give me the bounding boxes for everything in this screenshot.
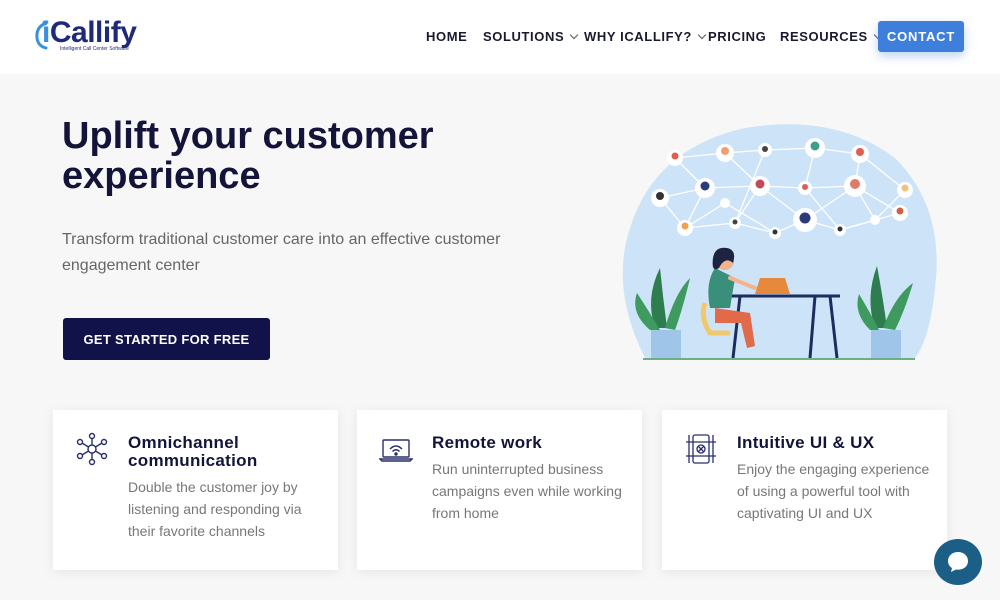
nav-why-label: WHY ICALLIFY? [584, 29, 692, 44]
feature-card-remote-work: Remote work Run uninterrupted business c… [357, 410, 642, 570]
logo-tagline: Intelligent Call Center Software [60, 46, 129, 52]
feature-text: Enjoy the engaging experience of using a… [737, 461, 930, 521]
nav-resources[interactable]: RESOURCES [780, 29, 882, 44]
network-icon [76, 432, 108, 466]
logo-letters-callify: Callify [49, 16, 137, 49]
avatar-node [870, 215, 880, 225]
hero-illustration [622, 124, 937, 360]
nav-solutions-label: SOLUTIONS [483, 29, 565, 44]
feature-title: Omnichannel communication [128, 433, 258, 470]
laptop [755, 278, 790, 294]
site-header: iCallify Intelligent Call Center Softwar… [0, 0, 1000, 74]
chevron-down-icon [697, 30, 707, 39]
nav-home-label: HOME [426, 29, 468, 44]
nav-pricing[interactable]: PRICING [708, 29, 766, 44]
hero-title: Uplift your customer experience [62, 115, 434, 197]
nav-why-icallify[interactable]: WHY ICALLIFY? [584, 29, 707, 44]
laptop-wifi-icon [379, 439, 413, 462]
nav-resources-label: RESOURCES [780, 29, 868, 44]
feature-card-ui-ux: Intuitive UI & UX Enjoy the engaging exp… [662, 410, 947, 570]
get-started-button[interactable]: GET STARTED FOR FREE [63, 318, 270, 360]
nav-solutions[interactable]: SOLUTIONS [483, 29, 579, 44]
feature-title: Intuitive UI & UX [737, 433, 875, 452]
chat-bubble-icon [948, 552, 968, 572]
feature-text: Run uninterrupted business campaigns eve… [432, 461, 622, 521]
logo-letter-i: i [42, 16, 50, 49]
feature-text: Double the customer joy by listening and… [128, 479, 302, 539]
nav-pricing-label: PRICING [708, 29, 767, 44]
avatar-node [720, 198, 730, 208]
chevron-down-icon [570, 30, 579, 39]
contact-button[interactable]: CONTACT [878, 21, 964, 52]
hero-subtitle: Transform traditional customer care into… [62, 231, 501, 274]
nav-home[interactable]: HOME [426, 29, 467, 44]
feature-title: Remote work [432, 433, 543, 452]
chat-widget-button[interactable] [934, 539, 982, 585]
icallify-logo[interactable]: iCallify Intelligent Call Center Softwar… [34, 16, 164, 56]
feature-card-omnichannel: Omnichannel communication Double the cus… [53, 410, 338, 570]
ui-ux-icon [686, 434, 716, 464]
logo-wordmark: iCallify [42, 16, 137, 50]
